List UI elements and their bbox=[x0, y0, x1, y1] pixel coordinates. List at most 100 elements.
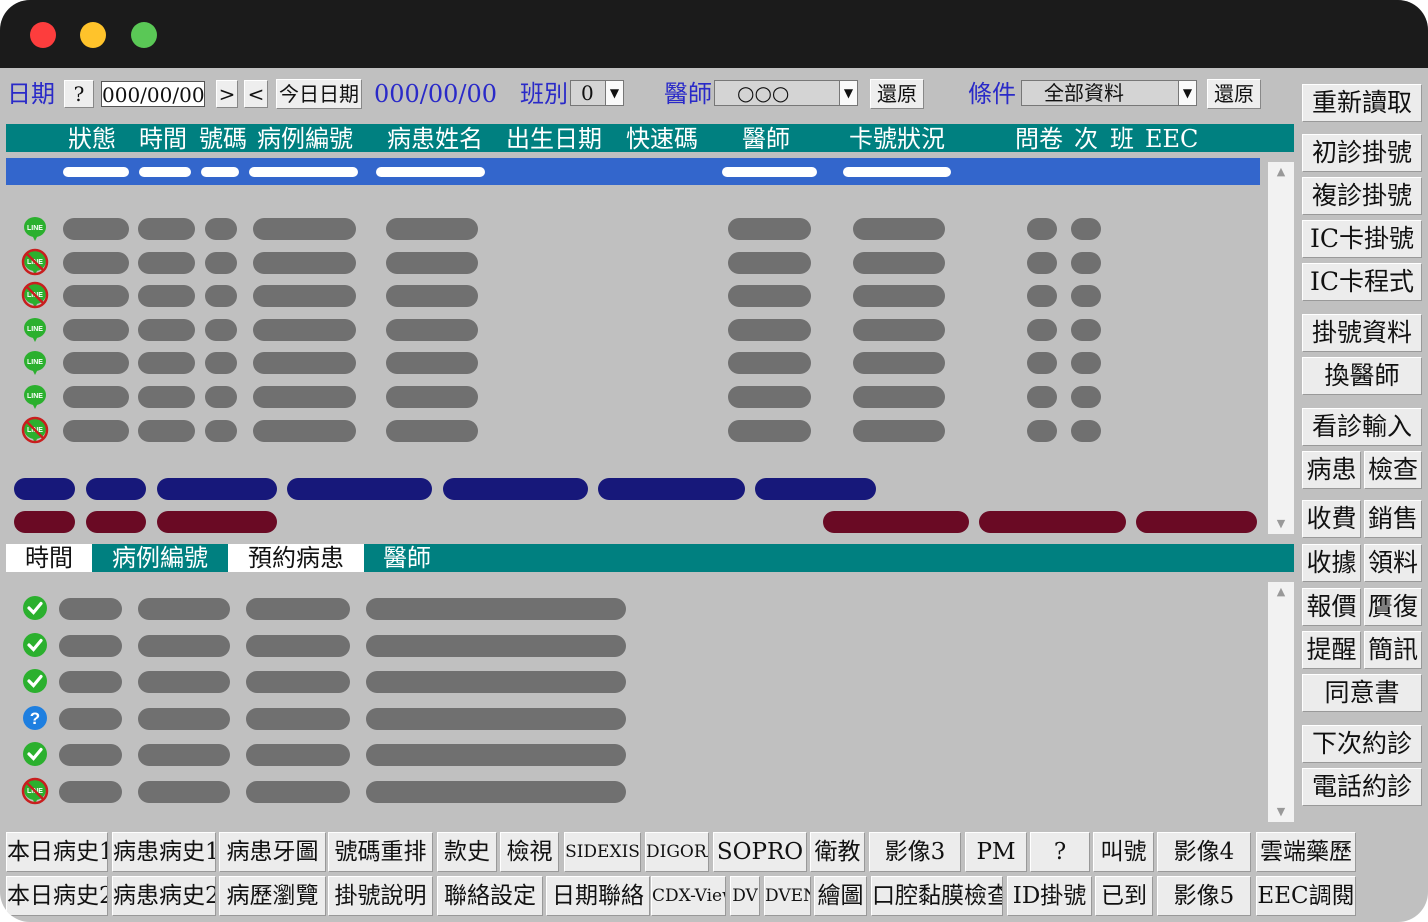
today-button[interactable]: 今日日期 bbox=[276, 79, 362, 109]
condition-select[interactable]: 全部資料 ▼ bbox=[1021, 80, 1197, 106]
col-card-status[interactable]: 卡號狀況 bbox=[849, 124, 945, 154]
quote-button[interactable]: 報價 bbox=[1302, 588, 1361, 626]
table-row[interactable]: LINE bbox=[6, 214, 1260, 244]
table-row[interactable]: LINE bbox=[6, 382, 1260, 412]
change-doctor-button[interactable]: 換醫師 bbox=[1302, 357, 1422, 395]
ic-program-button[interactable]: IC卡程式 bbox=[1302, 263, 1422, 301]
row1-button-7[interactable]: DIGORA bbox=[645, 832, 709, 872]
row2-button-0[interactable]: 本日病史2 bbox=[6, 876, 108, 916]
row2-button-6[interactable]: CDX-View bbox=[651, 876, 726, 916]
row1-button-15[interactable]: 雲端藥歷 bbox=[1256, 832, 1356, 872]
date-input[interactable]: 000/00/00 bbox=[101, 81, 205, 107]
row1-button-13[interactable]: 叫號 bbox=[1093, 832, 1154, 872]
sales-button[interactable]: 銷售 bbox=[1364, 500, 1422, 538]
list-item[interactable]: LINE bbox=[6, 777, 1260, 807]
ic-register-button[interactable]: IC卡掛號 bbox=[1302, 220, 1422, 258]
restore-doctor-button[interactable]: 還原 bbox=[870, 79, 924, 109]
col-shift[interactable]: 班 bbox=[1110, 124, 1134, 154]
col-case-id[interactable]: 病例編號 bbox=[257, 124, 353, 154]
table-row[interactable]: LINE bbox=[6, 248, 1260, 278]
col-birth-date[interactable]: 出生日期 bbox=[506, 124, 602, 154]
row2-button-8[interactable]: DVEND bbox=[764, 876, 811, 916]
table-row[interactable]: LINE bbox=[6, 281, 1260, 311]
scroll-down-icon[interactable]: ▼ bbox=[1268, 802, 1294, 822]
patient-button[interactable]: 病患 bbox=[1302, 451, 1361, 489]
return-visit-button[interactable]: 複診掛號 bbox=[1302, 177, 1422, 215]
close-window-button[interactable] bbox=[30, 22, 56, 48]
table-row[interactable]: LINE bbox=[6, 348, 1260, 378]
table-row[interactable]: LINE bbox=[6, 315, 1260, 345]
row1-button-11[interactable]: PM bbox=[965, 832, 1027, 872]
row1-button-4[interactable]: 款史 bbox=[437, 832, 497, 872]
row1-button-12[interactable]: ? bbox=[1030, 832, 1090, 872]
row2-button-9[interactable]: 繪圖 bbox=[814, 876, 867, 916]
tab-appointment-patients[interactable]: 預約病患 bbox=[228, 544, 364, 572]
table-row-selected[interactable] bbox=[6, 158, 1260, 185]
receipt-button[interactable]: 收據 bbox=[1302, 544, 1361, 582]
phone-appointment-button[interactable]: 電話約診 bbox=[1302, 768, 1422, 806]
tab-time[interactable]: 時間 bbox=[6, 544, 92, 572]
scroll-up-icon[interactable]: ▲ bbox=[1268, 162, 1294, 182]
first-visit-button[interactable]: 初診掛號 bbox=[1302, 134, 1422, 172]
list-item[interactable] bbox=[6, 667, 1260, 697]
help-button[interactable]: ? bbox=[64, 80, 94, 108]
minimize-window-button[interactable] bbox=[80, 22, 106, 48]
list-item[interactable] bbox=[6, 594, 1260, 624]
row1-button-1[interactable]: 病患病史1 bbox=[112, 832, 216, 872]
doctor-select[interactable]: ○○○ ▼ bbox=[714, 80, 858, 106]
prev-day-button[interactable]: < bbox=[244, 80, 268, 108]
col-number[interactable]: 號碼 bbox=[199, 124, 247, 154]
col-eec[interactable]: EEC bbox=[1145, 124, 1198, 154]
col-count[interactable]: 次 bbox=[1074, 124, 1098, 154]
row1-button-9[interactable]: 衛教 bbox=[810, 832, 865, 872]
row1-button-0[interactable]: 本日病史1 bbox=[6, 832, 108, 872]
col-questionnaire[interactable]: 問卷 bbox=[1015, 124, 1063, 154]
billing-button[interactable]: 收費 bbox=[1302, 500, 1361, 538]
col-time[interactable]: 時間 bbox=[139, 124, 187, 154]
materials-button[interactable]: 領料 bbox=[1364, 544, 1422, 582]
sms-button[interactable]: 簡訊 bbox=[1364, 631, 1422, 669]
row1-button-10[interactable]: 影像3 bbox=[869, 832, 961, 872]
row1-button-5[interactable]: 檢視 bbox=[500, 832, 559, 872]
tab-case-id[interactable]: 病例編號 bbox=[92, 544, 228, 572]
exam-button[interactable]: 檢查 bbox=[1364, 451, 1422, 489]
row2-button-2[interactable]: 病歷瀏覽 bbox=[219, 876, 326, 916]
row2-button-3[interactable]: 掛號說明 bbox=[328, 876, 433, 916]
upper-scrollbar[interactable]: ▲ ▼ bbox=[1268, 162, 1294, 534]
consult-input-button[interactable]: 看診輸入 bbox=[1302, 408, 1422, 446]
scroll-down-icon[interactable]: ▼ bbox=[1268, 514, 1294, 534]
row2-button-1[interactable]: 病患病史2 bbox=[112, 876, 216, 916]
row2-button-4[interactable]: 聯絡設定 bbox=[437, 876, 543, 916]
col-patient-name[interactable]: 病患姓名 bbox=[387, 124, 483, 154]
row1-button-14[interactable]: 影像4 bbox=[1157, 832, 1251, 872]
row2-button-14[interactable]: EEC調閱 bbox=[1256, 876, 1356, 916]
next-appointment-button[interactable]: 下次約診 bbox=[1302, 725, 1422, 763]
reload-button[interactable]: 重新讀取 bbox=[1302, 84, 1422, 122]
table-row[interactable]: LINE bbox=[6, 416, 1260, 446]
row1-button-2[interactable]: 病患牙圖 bbox=[219, 832, 326, 872]
row2-button-13[interactable]: 影像5 bbox=[1157, 876, 1251, 916]
row2-button-12[interactable]: 已到 bbox=[1095, 876, 1153, 916]
zoom-window-button[interactable] bbox=[131, 22, 157, 48]
row2-button-11[interactable]: ID掛號 bbox=[1007, 876, 1092, 916]
row1-button-8[interactable]: SOPRO bbox=[713, 832, 807, 872]
row2-button-7[interactable]: DV bbox=[730, 876, 760, 916]
col-status[interactable]: 狀態 bbox=[68, 124, 116, 154]
consent-form-button[interactable]: 同意書 bbox=[1302, 674, 1422, 712]
scroll-up-icon[interactable]: ▲ bbox=[1268, 582, 1294, 602]
lower-scrollbar[interactable]: ▲ ▼ bbox=[1268, 582, 1294, 822]
list-item[interactable] bbox=[6, 631, 1260, 661]
list-item[interactable] bbox=[6, 740, 1260, 770]
row2-button-5[interactable]: 日期聯絡 bbox=[546, 876, 650, 916]
shift-select[interactable]: 0 ▼ bbox=[570, 80, 624, 106]
col-quick-code[interactable]: 快速碼 bbox=[626, 124, 698, 154]
reminder-button[interactable]: 提醒 bbox=[1302, 631, 1361, 669]
row1-button-3[interactable]: 號碼重排 bbox=[328, 832, 433, 872]
col-doctor[interactable]: 醫師 bbox=[742, 124, 790, 154]
register-data-button[interactable]: 掛號資料 bbox=[1302, 314, 1422, 352]
restore-condition-button[interactable]: 還原 bbox=[1207, 79, 1261, 109]
row2-button-10[interactable]: 口腔黏膜檢查 bbox=[871, 876, 1003, 916]
prosthesis-button[interactable]: 贋復 bbox=[1364, 588, 1422, 626]
list-item[interactable]: ? bbox=[6, 704, 1260, 734]
next-day-button[interactable]: > bbox=[216, 80, 238, 108]
